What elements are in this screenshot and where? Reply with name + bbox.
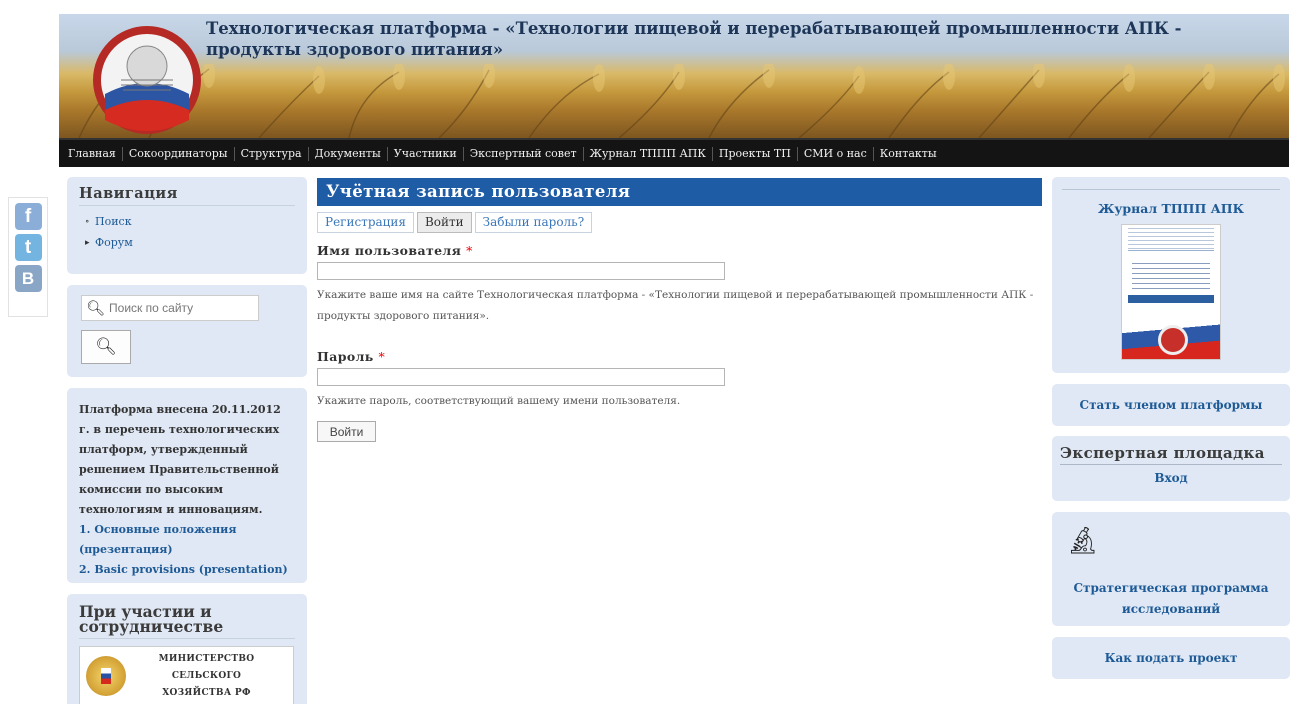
platform-info-block: Платформа внесена 20.11.2012 г. в перече… <box>67 388 307 583</box>
nav-item-media[interactable]: СМИ о нас <box>798 146 874 161</box>
expert-platform-title: Экспертная площадка <box>1060 444 1282 465</box>
ministry-name: МИНИСТЕРСТВО СЕЛЬСКОГО ХОЗЯЙСТВА РФ <box>126 651 287 702</box>
partners-block: При участии и сотрудничестве МИНИСТЕРСТВ… <box>67 594 307 704</box>
navigation-title: Навигация <box>79 185 295 206</box>
journal-cover-image[interactable] <box>1121 224 1221 360</box>
password-description: Укажите пароль, соответствующий вашему и… <box>317 395 681 407</box>
required-marker: * <box>378 349 386 364</box>
username-description: Укажите ваше имя на сайте Технологическа… <box>317 289 1034 322</box>
social-share-bar: f t B <box>8 197 48 317</box>
nav-item-structure[interactable]: Структура <box>235 146 309 161</box>
nav-item-contacts[interactable]: Контакты <box>874 147 943 161</box>
tab-register[interactable]: Регистрация <box>317 212 414 233</box>
search-block: 🔍︎ Поиск по сайту 🔍︎ <box>67 285 307 377</box>
login-submit-button[interactable]: Войти <box>317 421 376 442</box>
password-label-text: Пароль <box>317 349 374 364</box>
strategy-block: 🔬︎ Стратегическая программа исследований <box>1052 512 1290 626</box>
nav-item-participants[interactable]: Участники <box>388 146 464 161</box>
platform-logo[interactable] <box>91 24 203 136</box>
main-content: Учётная запись пользователя Регистрация … <box>317 178 1042 442</box>
partners-title: При участии и сотрудничестве <box>79 604 295 639</box>
nav-item-expert-council[interactable]: Экспертный совет <box>464 146 584 161</box>
search-icon: 🔍︎ <box>95 337 117 357</box>
become-member-link[interactable]: Стать членом платформы <box>1080 398 1263 412</box>
bullet-icon: ∘ <box>85 216 90 227</box>
search-icon: 🔍︎ <box>86 300 106 317</box>
journal-block: Журнал ТППП АПК <box>1052 177 1290 373</box>
search-button[interactable]: 🔍︎ <box>81 330 131 364</box>
nav-link-label[interactable]: Поиск <box>95 215 132 228</box>
expert-login-link[interactable]: Вход <box>1060 471 1282 485</box>
facebook-icon[interactable]: f <box>14 203 42 230</box>
vk-icon[interactable]: B <box>14 265 42 292</box>
search-input[interactable]: 🔍︎ Поиск по сайту <box>81 295 259 321</box>
username-label-text: Имя пользователя <box>317 243 462 258</box>
search-placeholder: Поиск по сайту <box>109 301 194 315</box>
presentation-link-ru[interactable]: 1. Основные положения (презентация) <box>79 520 295 560</box>
become-member-block: Стать членом платформы <box>1052 384 1290 426</box>
nav-link-search[interactable]: ∘ Поиск <box>85 215 295 228</box>
how-to-submit-link[interactable]: Как подать проект <box>1105 651 1238 665</box>
platform-info-text: Платформа внесена 20.11.2012 г. в перече… <box>79 403 281 516</box>
microscope-icon[interactable]: 🔬︎ <box>1066 522 1099 560</box>
nav-item-projects[interactable]: Проекты ТП <box>713 146 798 161</box>
username-label: Имя пользователя * <box>317 243 1042 258</box>
ministry-name-line1: МИНИСТЕРСТВО СЕЛЬСКОГО <box>158 653 255 681</box>
password-label: Пароль * <box>317 349 1042 364</box>
password-field[interactable] <box>317 368 725 386</box>
journal-link[interactable]: Журнал ТППП АПК <box>1062 201 1280 216</box>
navigation-list: ∘ Поиск ▸ Форум <box>79 215 295 249</box>
ministry-name-line2: ХОЗЯЙСТВА РФ <box>162 687 251 698</box>
nav-item-coordinators[interactable]: Сокоординаторы <box>123 146 235 161</box>
tab-forgot-password[interactable]: Забыли пароль? <box>474 212 593 233</box>
page-title: Учётная запись пользователя <box>317 178 1042 206</box>
nav-link-label[interactable]: Форум <box>95 236 133 249</box>
ministry-banner[interactable]: МИНИСТЕРСТВО СЕЛЬСКОГО ХОЗЯЙСТВА РФ <box>79 646 294 704</box>
header-banner: Технологическая платформа - «Технологии … <box>59 14 1289 138</box>
wheat-field-image <box>78 64 1285 138</box>
navigation-block: Навигация ∘ Поиск ▸ Форум <box>67 177 307 274</box>
strategy-link[interactable]: Стратегическая программа исследований <box>1062 578 1280 620</box>
expert-platform-block: Экспертная площадка Вход <box>1052 436 1290 501</box>
ministry-emblem-icon <box>86 656 126 696</box>
presentation-link-en[interactable]: 2. Basic provisions (presentation) <box>79 560 295 580</box>
required-marker: * <box>466 243 473 258</box>
triangle-right-icon: ▸ <box>85 237 90 248</box>
nav-item-journal[interactable]: Журнал ТППП АПК <box>584 146 713 161</box>
twitter-icon[interactable]: t <box>14 234 42 261</box>
account-tabs: Регистрация Войти Забыли пароль? <box>317 212 1042 233</box>
site-title[interactable]: Технологическая платформа - «Технологии … <box>206 18 1266 60</box>
tab-login[interactable]: Войти <box>416 212 472 233</box>
nav-item-documents[interactable]: Документы <box>309 146 388 161</box>
main-nav: Главная Сокоординаторы Структура Докумен… <box>59 138 1289 167</box>
nav-link-forum[interactable]: ▸ Форум <box>85 236 295 249</box>
how-to-submit-block: Как подать проект <box>1052 637 1290 679</box>
username-field[interactable] <box>317 262 725 280</box>
nav-item-home[interactable]: Главная <box>68 146 123 161</box>
